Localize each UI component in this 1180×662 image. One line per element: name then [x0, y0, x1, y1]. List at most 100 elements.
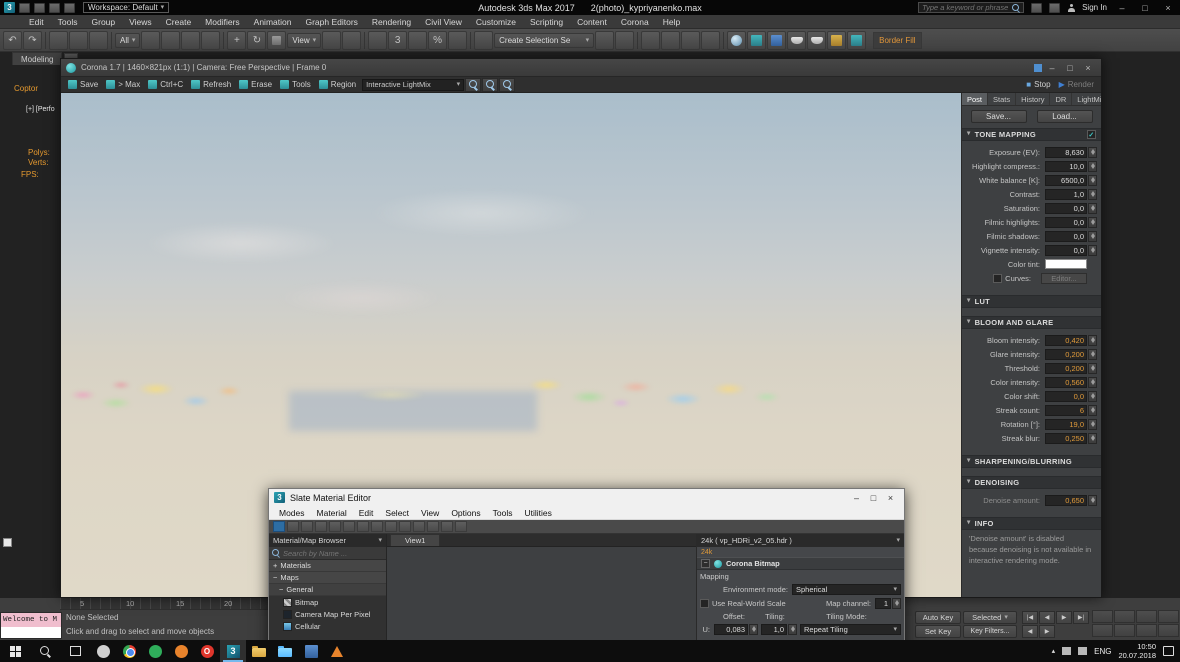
- slate-menu-modes[interactable]: Modes: [273, 508, 311, 518]
- param-value[interactable]: 6500,0: [1045, 174, 1087, 186]
- border-fill-label[interactable]: Border Fill: [873, 31, 922, 49]
- spinner[interactable]: [1088, 418, 1097, 430]
- menu-item-scripting[interactable]: Scripting: [523, 17, 570, 27]
- map-item-cellular[interactable]: Cellular: [269, 620, 386, 632]
- next-key-button[interactable]: ▶: [1039, 625, 1055, 638]
- spinner[interactable]: [1088, 146, 1097, 158]
- assign-material-to-selection-icon[interactable]: [315, 521, 327, 532]
- select-tool-icon[interactable]: [273, 521, 285, 532]
- search-icon[interactable]: [1012, 3, 1020, 12]
- spinner[interactable]: [1088, 362, 1097, 374]
- spinner[interactable]: [1088, 390, 1097, 402]
- select-by-name-icon[interactable]: [161, 30, 181, 50]
- taskbar-clock[interactable]: 10:50 20.07.2018: [1118, 642, 1156, 661]
- param-value[interactable]: 0,0: [1045, 202, 1087, 214]
- slate-menu-view[interactable]: View: [415, 508, 445, 518]
- map-item-bitmap[interactable]: Bitmap: [269, 596, 386, 608]
- layer-manager-icon[interactable]: [641, 30, 661, 50]
- zoom-all-icon[interactable]: [1114, 610, 1135, 623]
- listener-input[interactable]: [1, 627, 61, 638]
- maxscript-mini-listener[interactable]: Welcome to M: [0, 612, 62, 639]
- corona-bitmap-rollout[interactable]: − Corona Bitmap: [697, 557, 904, 570]
- ribbon-toggle-icon[interactable]: [661, 30, 681, 50]
- snap-toggle-icon[interactable]: 3: [388, 30, 408, 50]
- vfb-to-max-button[interactable]: > Max: [102, 77, 144, 92]
- tab-history[interactable]: History: [1016, 93, 1051, 105]
- angle-snap-icon[interactable]: [408, 30, 428, 50]
- slate-menu-tools[interactable]: Tools: [487, 508, 519, 518]
- select-and-manipulate-icon[interactable]: [342, 30, 362, 50]
- sign-in-link[interactable]: Sign In: [1082, 3, 1107, 12]
- redo-icon[interactable]: ↷: [23, 30, 42, 50]
- selected-set-dropdown[interactable]: Selected ▾: [963, 611, 1017, 624]
- zoom-extents-icon[interactable]: [1136, 610, 1157, 623]
- vfb-erase-button[interactable]: Erase: [235, 77, 276, 92]
- spinner[interactable]: [1088, 244, 1097, 256]
- tray-volume-icon[interactable]: [1078, 647, 1088, 655]
- curve-editor-icon[interactable]: [681, 30, 701, 50]
- search-input[interactable]: [922, 3, 1010, 12]
- start-button[interactable]: [0, 640, 30, 662]
- previous-frame-button[interactable]: ◀: [1039, 611, 1055, 624]
- menu-item-create[interactable]: Create: [159, 17, 199, 27]
- curves-editor-button[interactable]: Editor...: [1041, 272, 1087, 284]
- group-materials[interactable]: + Materials: [269, 560, 386, 572]
- menu-item-rendering[interactable]: Rendering: [365, 17, 418, 27]
- app-icon-vlc[interactable]: [324, 640, 350, 662]
- spinner[interactable]: [749, 623, 758, 635]
- viewport-layout-tab-icon[interactable]: [3, 538, 12, 547]
- param-value[interactable]: 0,200: [1045, 362, 1087, 374]
- group-general[interactable]: − General: [269, 584, 386, 596]
- u-offset-value[interactable]: 0,083: [714, 623, 748, 635]
- param-value[interactable]: 0,0: [1045, 244, 1087, 256]
- vfb-copy-button[interactable]: Ctrl+C: [144, 77, 187, 92]
- menu-item-graph-editors[interactable]: Graph Editors: [298, 17, 364, 27]
- vfb-close-button[interactable]: ×: [1080, 63, 1096, 73]
- spinner[interactable]: [1088, 216, 1097, 228]
- param-value[interactable]: 19,0: [1045, 418, 1087, 430]
- select-and-rotate-icon[interactable]: ↻: [247, 30, 267, 50]
- sharpening-header[interactable]: ▾ SHARPENING/BLURRING: [962, 455, 1101, 468]
- spinner[interactable]: [1088, 188, 1097, 200]
- vfb-region-button[interactable]: Region: [315, 77, 360, 92]
- use-pivot-center-icon[interactable]: [322, 30, 342, 50]
- delete-selected-icon[interactable]: [329, 521, 341, 532]
- param-value[interactable]: 0,0: [1045, 390, 1087, 402]
- open-file-icon[interactable]: [34, 2, 45, 13]
- slate-titlebar[interactable]: 3 Slate Material Editor – □ ×: [269, 489, 904, 506]
- color-tint-swatch[interactable]: [1045, 259, 1087, 269]
- slate-maximize-button[interactable]: □: [865, 493, 882, 503]
- u-tiling-mode-dropdown[interactable]: Repeat Tiling ▾: [800, 623, 901, 635]
- slate-menu-select[interactable]: Select: [379, 508, 415, 518]
- zoom-tool-icon[interactable]: [455, 521, 467, 532]
- browser-header[interactable]: Material/Map Browser ▾: [269, 534, 386, 547]
- tab-stats[interactable]: Stats: [988, 93, 1017, 105]
- map-channel-value[interactable]: 1: [875, 597, 891, 609]
- app-icon-opera[interactable]: O: [194, 640, 220, 662]
- put-material-to-scene-icon[interactable]: [301, 521, 313, 532]
- slate-close-button[interactable]: ×: [882, 493, 899, 503]
- render-setup-icon[interactable]: [747, 30, 767, 50]
- select-and-link-icon[interactable]: [49, 30, 68, 50]
- render-iterative-icon[interactable]: [807, 30, 827, 50]
- spinner-snap-icon[interactable]: [448, 30, 468, 50]
- render-in-cloud-icon[interactable]: [827, 30, 847, 50]
- maximize-button[interactable]: □: [1137, 3, 1153, 13]
- param-value[interactable]: 0,0: [1045, 230, 1087, 242]
- load-preset-button[interactable]: Load...: [1036, 110, 1093, 123]
- vfb-render-button[interactable]: ▶ Render: [1055, 77, 1098, 92]
- tray-network-icon[interactable]: [1062, 647, 1072, 655]
- browser-search[interactable]: [269, 547, 386, 560]
- denoising-header[interactable]: ▾ DENOISING: [962, 476, 1101, 489]
- app-icon-explorer[interactable]: [272, 640, 298, 662]
- select-and-move-icon[interactable]: +: [227, 30, 247, 50]
- param-value[interactable]: 0,560: [1045, 376, 1087, 388]
- param-value[interactable]: 8,630: [1045, 146, 1087, 158]
- zoom-in-button[interactable]: [499, 77, 516, 92]
- param-value[interactable]: 0,0: [1045, 216, 1087, 228]
- param-value[interactable]: 10,0: [1045, 160, 1087, 172]
- auto-key-button[interactable]: Auto Key: [915, 611, 961, 624]
- tab-post[interactable]: Post: [962, 93, 989, 105]
- lut-header[interactable]: ▾ LUT: [962, 295, 1101, 308]
- percent-snap-icon[interactable]: %: [428, 30, 448, 50]
